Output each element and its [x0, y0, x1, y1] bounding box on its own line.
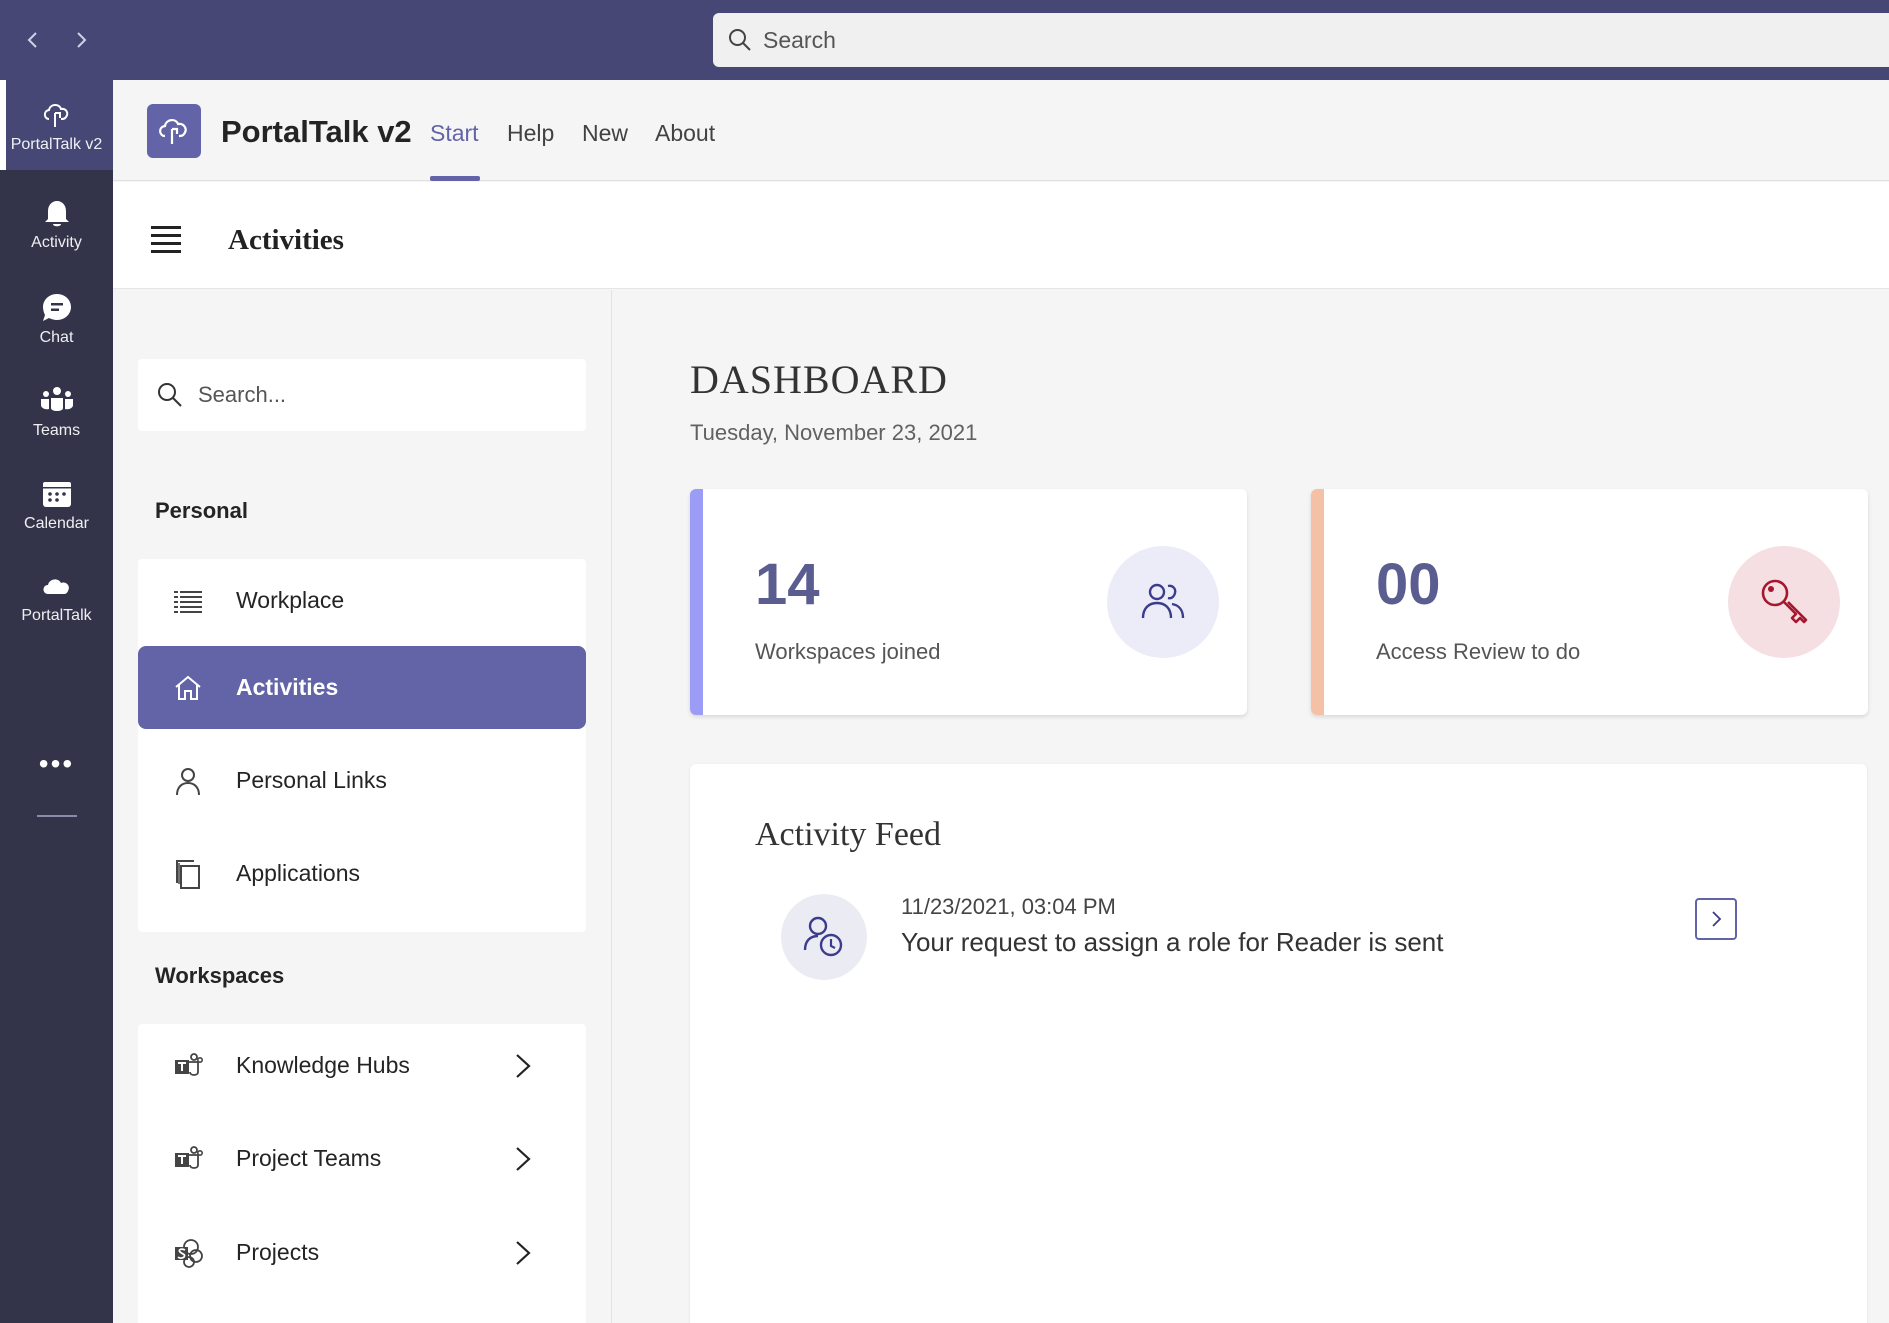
menu-item-knowledge-hubs[interactable]: Knowledge Hubs	[138, 1024, 586, 1107]
page-title: Activities	[228, 224, 344, 256]
app-header: PortalTalk v2 Start Help New About	[113, 80, 1889, 181]
chevron-right-icon	[1712, 911, 1722, 927]
stat-label: Workspaces joined	[755, 639, 941, 664]
rail-item-activity[interactable]: Activity	[0, 178, 113, 268]
teams-icon	[40, 386, 73, 411]
side-search-box[interactable]	[138, 359, 586, 431]
chevron-right-icon	[516, 1240, 531, 1265]
menu-item-label: Project Teams	[236, 1145, 382, 1171]
stat-card-workspaces[interactable]: 14 Workspaces joined	[690, 489, 1247, 715]
main-content: DASHBOARD Tuesday, November 23, 2021 14 …	[613, 290, 1889, 1323]
feed-item-time: 11/23/2021, 03:04 PM	[901, 894, 1116, 919]
list-icon	[172, 585, 204, 617]
rail-item-teams[interactable]: Teams	[0, 366, 113, 456]
tab-new[interactable]: New	[582, 120, 628, 147]
menu-item-label: Applications	[236, 860, 361, 886]
tab-start[interactable]: Start	[430, 120, 479, 147]
stat-label: Access Review to do	[1376, 639, 1581, 664]
personal-menu: Workplace Activities Personal Links Appl…	[138, 559, 586, 932]
rail-label: PortalTalk v2	[10, 135, 103, 153]
stat-card-access-review[interactable]: 00 Access Review to do	[1311, 489, 1868, 715]
forward-button[interactable]	[65, 24, 97, 56]
section-label-personal: Personal	[155, 498, 248, 523]
active-tab-indicator	[430, 176, 480, 181]
copy-icon	[172, 858, 204, 890]
portaltalk-icon	[43, 103, 68, 127]
card-accent	[690, 489, 703, 715]
rail-label: Teams	[32, 421, 81, 439]
workspaces-menu: Knowledge Hubs Project Teams Projects	[138, 1024, 586, 1323]
chevron-right-icon	[516, 1053, 531, 1078]
feed-item-open-button[interactable]	[1695, 898, 1737, 940]
rail-item-chat[interactable]: Chat	[0, 273, 113, 363]
teams-app-icon	[172, 1050, 204, 1082]
key-icon	[1728, 546, 1840, 658]
search-icon	[158, 383, 182, 407]
app-logo	[147, 104, 201, 158]
side-navigation: Personal Workplace Activities Personal L…	[113, 290, 612, 1323]
app-rail: PortalTalk v2 Activity Chat Teams Calend…	[0, 80, 113, 1323]
rail-divider	[37, 815, 77, 817]
menu-item-projects[interactable]: Projects	[138, 1211, 586, 1294]
chevron-right-icon	[516, 1146, 531, 1171]
rail-label: PortalTalk	[21, 606, 92, 624]
card-accent	[1311, 489, 1324, 715]
menu-item-label: Activities	[236, 674, 339, 700]
menu-item-workplace[interactable]: Workplace	[138, 559, 586, 642]
bell-icon	[44, 200, 69, 226]
menu-item-label: Personal Links	[236, 767, 387, 793]
rail-label: Chat	[39, 328, 74, 346]
rail-item-portaltalk-v2[interactable]: PortalTalk v2	[0, 80, 113, 170]
chat-icon	[42, 293, 71, 321]
tab-about[interactable]: About	[655, 120, 715, 147]
home-icon	[172, 672, 204, 704]
tab-help[interactable]: Help	[507, 120, 554, 147]
back-button[interactable]	[17, 24, 49, 56]
feed-item-text: Your request to assign a role for Reader…	[901, 927, 1444, 957]
rail-label: Calendar	[24, 514, 89, 532]
global-search-input[interactable]	[763, 26, 1363, 54]
rail-item-calendar[interactable]: Calendar	[0, 459, 113, 549]
cloud-icon	[43, 578, 69, 594]
teams-app-icon	[172, 1143, 204, 1175]
menu-item-label: Workplace	[236, 587, 345, 613]
title-bar	[0, 0, 1889, 80]
menu-item-project-teams[interactable]: Project Teams	[138, 1117, 586, 1200]
more-apps-button[interactable]: •••	[0, 748, 113, 780]
stat-value: 14	[755, 552, 820, 617]
menu-item-label: Knowledge Hubs	[236, 1052, 410, 1078]
side-search-input[interactable]	[198, 382, 558, 408]
rail-item-portaltalk[interactable]: PortalTalk	[0, 551, 113, 641]
calendar-icon	[42, 481, 71, 507]
person-icon	[172, 765, 204, 797]
dashboard-date: Tuesday, November 23, 2021	[690, 420, 978, 445]
chevron-right-icon	[77, 32, 87, 48]
hamburger-menu-icon[interactable]	[151, 226, 181, 253]
chevron-left-icon	[27, 32, 37, 48]
activity-feed-card: Activity Feed 11/23/2021, 03:04 PM Your …	[690, 764, 1867, 1323]
menu-item-personal-links[interactable]: Personal Links	[138, 739, 586, 822]
menu-item-activities[interactable]: Activities	[138, 646, 586, 729]
activity-feed-title: Activity Feed	[755, 816, 942, 853]
global-search-box[interactable]	[713, 13, 1889, 67]
menu-item-label: Projects	[236, 1239, 320, 1265]
search-icon	[729, 29, 751, 51]
app-title: PortalTalk v2	[221, 114, 412, 149]
menu-item-applications[interactable]: Applications	[138, 832, 586, 915]
people-icon	[1107, 546, 1219, 658]
section-label-workspaces: Workspaces	[155, 963, 285, 988]
page-bar: Activities	[113, 182, 1889, 289]
rail-label: Activity	[31, 233, 82, 251]
dashboard-title: DASHBOARD	[690, 357, 948, 402]
portaltalk-logo-icon	[159, 119, 187, 144]
stat-value: 00	[1376, 552, 1441, 617]
sharepoint-icon	[172, 1237, 204, 1269]
role-request-icon	[781, 894, 867, 980]
